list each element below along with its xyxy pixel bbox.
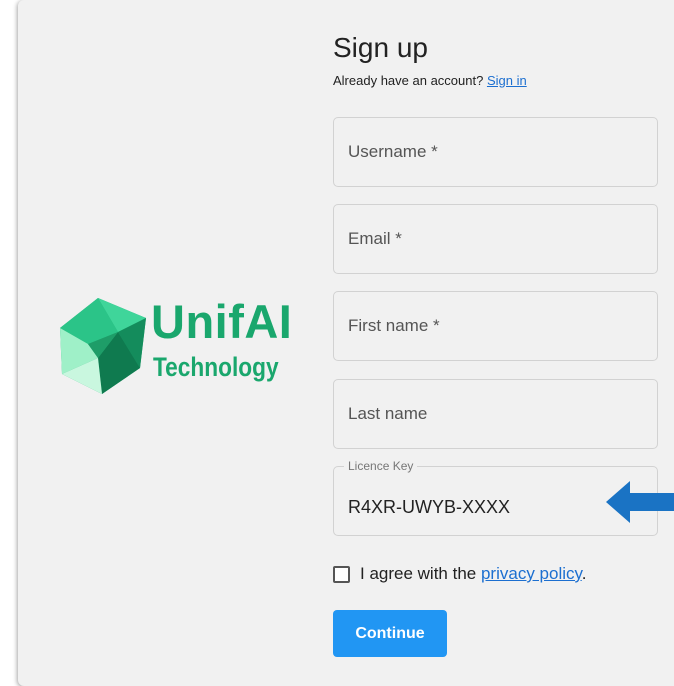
username-field[interactable] <box>333 117 658 187</box>
signin-prompt-text: Already have an account? <box>333 73 484 88</box>
username-input[interactable] <box>348 118 643 186</box>
agree-prefix: I agree with the <box>360 564 481 583</box>
brand-subtitle: Technology <box>153 352 279 382</box>
brand-name: UnifAI <box>151 295 293 348</box>
agree-suffix: . <box>581 564 587 583</box>
first-name-input[interactable] <box>348 292 643 360</box>
first-name-field[interactable] <box>333 291 658 361</box>
last-name-input[interactable] <box>348 380 643 448</box>
continue-button[interactable]: Continue <box>333 610 447 657</box>
signin-link[interactable]: Sign in <box>487 73 527 88</box>
page-title: Sign up <box>333 32 428 63</box>
left-arrow-icon <box>606 479 674 530</box>
privacy-policy-link[interactable]: privacy policy <box>481 564 582 583</box>
privacy-agreement: I agree with the privacy policy. <box>333 564 586 584</box>
last-name-field[interactable] <box>333 379 658 449</box>
polyhedron-logo-icon <box>58 296 148 396</box>
agree-text: I agree with the privacy policy. <box>360 564 586 584</box>
licence-key-label: Licence Key <box>344 459 418 473</box>
signin-prompt: Already have an account? Sign in <box>333 73 527 88</box>
email-input[interactable] <box>348 205 643 273</box>
licence-key-input[interactable] <box>348 477 643 537</box>
agree-checkbox[interactable] <box>333 565 350 583</box>
email-field[interactable] <box>333 204 658 274</box>
